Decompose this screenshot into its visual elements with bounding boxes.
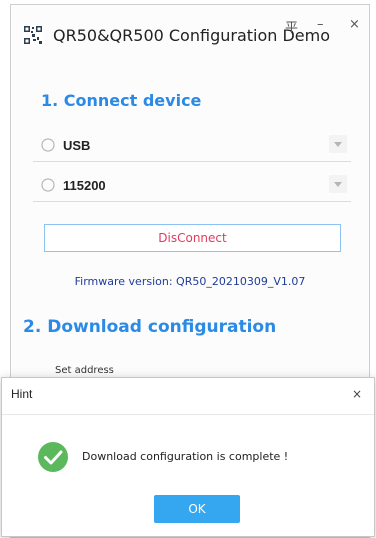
close-window-button[interactable]: ×: [349, 17, 360, 32]
ok-button[interactable]: OK: [154, 495, 240, 523]
port-value: USB: [63, 138, 91, 153]
radio-unchecked-icon[interactable]: [41, 178, 55, 192]
radio-unchecked-icon[interactable]: [41, 138, 55, 152]
baud-select[interactable]: 115200: [33, 169, 351, 202]
minimize-button[interactable]: –: [317, 17, 324, 32]
firmware-version: Firmware version: QR50_20210309_V1.07: [74, 275, 306, 288]
port-select[interactable]: USB: [33, 129, 351, 162]
check-circle-icon: [38, 442, 68, 472]
dialog-message: Download configuration is complete !: [82, 450, 289, 463]
hint-dialog: Hint × Download configuration is complet…: [1, 377, 375, 537]
qr-code-icon: [23, 25, 43, 45]
connect-device-heading: 1. Connect device: [41, 91, 202, 110]
baud-value: 115200: [63, 178, 106, 193]
dialog-close-button[interactable]: ×: [352, 387, 362, 401]
chevron-down-icon[interactable]: [329, 175, 347, 193]
dialog-title: Hint: [11, 387, 33, 401]
dialog-title-bar: Hint ×: [2, 378, 374, 415]
download-config-heading: 2. Download configuration: [23, 317, 277, 337]
set-address-label: Set address: [55, 365, 114, 376]
title-bar: QR50&QR500 Configuration Demo 平 – ×: [11, 5, 369, 61]
chevron-down-icon[interactable]: [329, 135, 347, 153]
pin-button[interactable]: 平: [285, 17, 298, 36]
disconnect-button[interactable]: DisConnect: [44, 224, 341, 252]
